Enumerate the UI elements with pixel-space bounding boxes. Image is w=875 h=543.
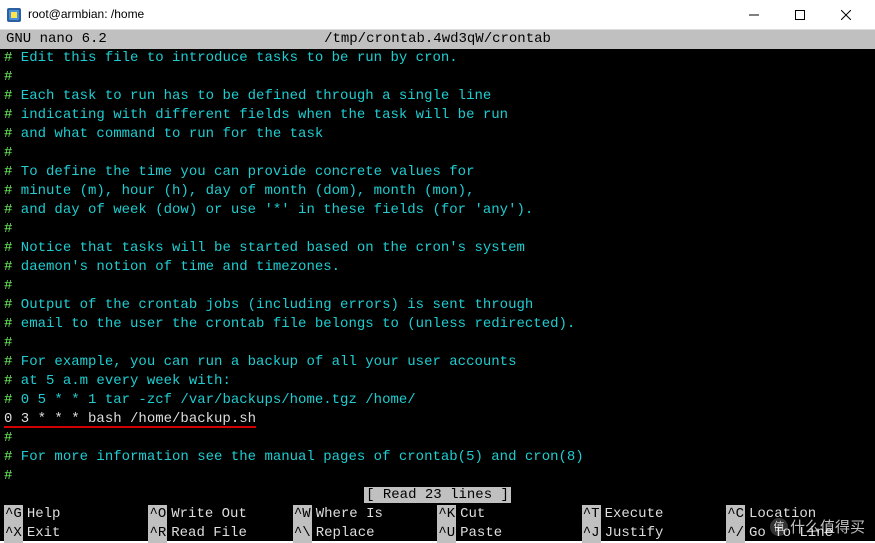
- editor-line[interactable]: # Output of the crontab jobs (including …: [4, 296, 871, 315]
- minimize-button[interactable]: [731, 0, 777, 29]
- shortcut-label: Read File: [171, 524, 247, 543]
- line-text: 0 5 * * 1 tar -zcf /var/backups/home.tgz…: [12, 392, 415, 408]
- editor-line[interactable]: #: [4, 277, 871, 296]
- shortcut-label: Replace: [316, 524, 375, 543]
- shortcut-item[interactable]: ^JJustify: [582, 524, 726, 543]
- nano-version: GNU nano 6.2: [6, 30, 324, 49]
- line-text: Output of the crontab jobs (including er…: [12, 297, 533, 313]
- shortcut-item[interactable]: ^RRead File: [148, 524, 292, 543]
- watermark-badge-icon: 值: [770, 518, 788, 536]
- editor-line[interactable]: #: [4, 334, 871, 353]
- terminal-area[interactable]: GNU nano 6.2 /tmp/crontab.4wd3qW/crontab…: [0, 30, 875, 541]
- line-text: and what command to run for the task: [12, 126, 323, 142]
- shortcut-key: ^K: [437, 505, 456, 524]
- shortcut-label: Exit: [27, 524, 61, 543]
- line-text: [12, 335, 20, 351]
- line-text: Each task to run has to be defined throu…: [12, 88, 491, 104]
- shortcut-key: ^X: [4, 524, 23, 543]
- app-icon: [6, 7, 22, 23]
- editor-line[interactable]: # Notice that tasks will be started base…: [4, 239, 871, 258]
- watermark: 值 什么值得买: [770, 518, 865, 538]
- shortcut-key: ^W: [293, 505, 312, 524]
- editor-line[interactable]: # minute (m), hour (h), day of month (do…: [4, 182, 871, 201]
- shortcut-bar: ^GHelp^OWrite Out^WWhere Is^KCut^TExecut…: [0, 505, 875, 543]
- line-text: [12, 69, 20, 85]
- window-title: root@armbian: /home: [28, 7, 731, 23]
- editor-line[interactable]: 0 3 * * * bash /home/backup.sh: [4, 410, 871, 429]
- status-line: [ Read 23 lines ]: [0, 486, 875, 505]
- line-text: [12, 278, 20, 294]
- editor-line[interactable]: #: [4, 68, 871, 87]
- close-button[interactable]: [823, 0, 869, 29]
- shortcut-item[interactable]: ^TExecute: [582, 505, 726, 524]
- line-text: [12, 430, 20, 446]
- shortcut-item[interactable]: ^KCut: [437, 505, 581, 524]
- editor-line[interactable]: # and what command to run for the task: [4, 125, 871, 144]
- shortcut-label: Execute: [605, 505, 664, 524]
- editor-line[interactable]: # Each task to run has to be defined thr…: [4, 87, 871, 106]
- editor-content[interactable]: # Edit this file to introduce tasks to b…: [0, 49, 875, 486]
- editor-line[interactable]: # Edit this file to introduce tasks to b…: [4, 49, 871, 68]
- line-text: 0 3 * * * bash /home/backup.sh: [4, 411, 256, 427]
- shortcut-item[interactable]: ^\Replace: [293, 524, 437, 543]
- shortcut-item[interactable]: ^XExit: [4, 524, 148, 543]
- shortcut-label: Cut: [460, 505, 485, 524]
- editor-line[interactable]: # 0 5 * * 1 tar -zcf /var/backups/home.t…: [4, 391, 871, 410]
- shortcut-label: Where Is: [316, 505, 383, 524]
- status-text: [ Read 23 lines ]: [364, 487, 511, 503]
- shortcut-key: ^\: [293, 524, 312, 543]
- shortcut-item[interactable]: ^OWrite Out: [148, 505, 292, 524]
- line-text: [12, 468, 20, 484]
- editor-line[interactable]: # and day of week (dow) or use '*' in th…: [4, 201, 871, 220]
- shortcut-item[interactable]: ^UPaste: [437, 524, 581, 543]
- shortcut-key: ^/: [726, 524, 745, 543]
- editor-line[interactable]: #: [4, 144, 871, 163]
- editor-line[interactable]: # at 5 a.m every week with:: [4, 372, 871, 391]
- shortcut-item[interactable]: ^WWhere Is: [293, 505, 437, 524]
- line-text: [12, 145, 20, 161]
- watermark-text: 什么值得买: [790, 518, 865, 538]
- line-text: To define the time you can provide concr…: [12, 164, 474, 180]
- line-text: and day of week (dow) or use '*' in thes…: [12, 202, 533, 218]
- editor-line[interactable]: #: [4, 220, 871, 239]
- window-titlebar: root@armbian: /home: [0, 0, 875, 30]
- line-text: minute (m), hour (h), day of month (dom)…: [12, 183, 474, 199]
- window-controls: [731, 0, 869, 29]
- editor-line[interactable]: # email to the user the crontab file bel…: [4, 315, 871, 334]
- shortcut-key: ^G: [4, 505, 23, 524]
- line-text: Notice that tasks will be started based …: [12, 240, 524, 256]
- line-text: indicating with different fields when th…: [12, 107, 508, 123]
- shortcut-label: Help: [27, 505, 61, 524]
- line-text: For more information see the manual page…: [12, 449, 583, 465]
- line-text: For example, you can run a backup of all…: [12, 354, 516, 370]
- shortcut-key: ^U: [437, 524, 456, 543]
- maximize-button[interactable]: [777, 0, 823, 29]
- shortcut-label: Paste: [460, 524, 502, 543]
- line-text: daemon's notion of time and timezones.: [12, 259, 340, 275]
- shortcut-label: Justify: [605, 524, 664, 543]
- shortcut-key: ^O: [148, 505, 167, 524]
- editor-line[interactable]: # To define the time you can provide con…: [4, 163, 871, 182]
- line-text: Edit this file to introduce tasks to be …: [12, 50, 457, 66]
- shortcut-label: Write Out: [171, 505, 247, 524]
- editor-line[interactable]: # indicating with different fields when …: [4, 106, 871, 125]
- shortcut-key: ^J: [582, 524, 601, 543]
- nano-header: GNU nano 6.2 /tmp/crontab.4wd3qW/crontab: [0, 30, 875, 49]
- editor-line[interactable]: # For more information see the manual pa…: [4, 448, 871, 467]
- line-text: email to the user the crontab file belon…: [12, 316, 575, 332]
- shortcut-key: ^C: [726, 505, 745, 524]
- shortcut-key: ^R: [148, 524, 167, 543]
- line-text: [12, 221, 20, 237]
- editor-line[interactable]: #: [4, 467, 871, 486]
- editor-line[interactable]: # For example, you can run a backup of a…: [4, 353, 871, 372]
- line-text: at 5 a.m every week with:: [12, 373, 230, 389]
- shortcut-key: ^T: [582, 505, 601, 524]
- editor-line[interactable]: # daemon's notion of time and timezones.: [4, 258, 871, 277]
- editor-line[interactable]: #: [4, 429, 871, 448]
- nano-filepath: /tmp/crontab.4wd3qW/crontab: [324, 30, 551, 49]
- shortcut-item[interactable]: ^GHelp: [4, 505, 148, 524]
